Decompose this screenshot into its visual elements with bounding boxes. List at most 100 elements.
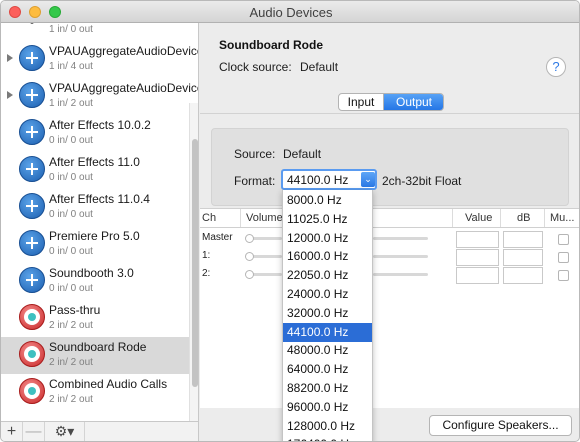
format-option[interactable]: 96000.0 Hz	[283, 398, 372, 417]
device-channel-count: 1 in/ 2 out	[49, 98, 93, 109]
value-field[interactable]	[456, 231, 499, 248]
source-value: Default	[283, 147, 322, 161]
device-list-item[interactable]: Unknown USB Audio Device1 in/ 0 out	[1, 23, 189, 41]
format-option[interactable]: 24000.0 Hz	[283, 285, 372, 304]
device-channel-count: 1 in/ 4 out	[49, 61, 93, 72]
db-field[interactable]	[503, 249, 543, 266]
plus-icon	[19, 82, 45, 108]
input-output-segmented-control: Input Output	[338, 93, 444, 111]
device-name: After Effects 10.0.2	[49, 118, 151, 132]
db-field[interactable]	[503, 231, 543, 248]
format-select-value: 44100.0 Hz	[287, 173, 349, 187]
remove-device-button[interactable]: —	[23, 422, 45, 441]
clock-source-label: Clock source:	[219, 60, 292, 74]
mute-checkbox[interactable]	[558, 252, 569, 263]
mute-checkbox[interactable]	[558, 270, 569, 281]
format-option[interactable]: 12000.0 Hz	[283, 229, 372, 248]
tab-output[interactable]: Output	[384, 94, 443, 110]
chevron-down-icon: ⌄	[361, 172, 375, 187]
divider	[200, 113, 579, 114]
channel-volume-table: Ch Volume Value dB Mu... Master 1: 2:	[200, 208, 579, 408]
format-option[interactable]: 176400.0 Hz	[283, 435, 372, 441]
volume-slider-track[interactable]	[373, 273, 428, 276]
device-list-item[interactable]: After Effects 10.0.2 0 in/ 0 out	[1, 115, 189, 152]
device-name: Soundboard Rode	[49, 340, 147, 354]
volume-slider-knob[interactable]	[245, 270, 254, 279]
disclosure-triangle-icon[interactable]	[7, 54, 13, 62]
device-name: VPAUAggregateAudioDevice	[49, 44, 199, 58]
volume-slider-knob[interactable]	[245, 252, 254, 261]
column-header-ch[interactable]: Ch	[202, 212, 216, 224]
device-list: Unknown USB Audio Device1 in/ 0 outVPAUA…	[1, 23, 199, 421]
device-name: Premiere Pro 5.0	[49, 229, 140, 243]
format-option[interactable]: 88200.0 Hz	[283, 379, 372, 398]
device-list-footer: + — ⚙▾	[1, 421, 199, 441]
device-channel-count: 2 in/ 2 out	[49, 394, 93, 405]
device-list-item[interactable]: VPAUAggregateAudioDevice 1 in/ 4 out	[1, 41, 198, 78]
mute-checkbox[interactable]	[558, 234, 569, 245]
plus-icon	[19, 45, 45, 71]
volume-slider-track[interactable]	[373, 237, 428, 240]
title-bar: Audio Devices	[1, 1, 579, 23]
device-list-item[interactable]: After Effects 11.0 0 in/ 0 out	[1, 152, 189, 189]
device-channel-count: 0 in/ 0 out	[49, 246, 93, 257]
format-option[interactable]: 64000.0 Hz	[283, 360, 372, 379]
rode-icon	[19, 341, 45, 367]
device-channel-count: 1 in/ 0 out	[49, 24, 93, 35]
format-option[interactable]: 48000.0 Hz	[283, 341, 372, 360]
device-list-item[interactable]: VPAUAggregateAudioDevice 1 in/ 2 out	[1, 78, 198, 115]
format-option[interactable]: 32000.0 Hz	[283, 304, 372, 323]
add-device-button[interactable]: +	[1, 422, 23, 441]
scrollbar-thumb[interactable]	[192, 139, 198, 387]
column-header-mute[interactable]: Mu...	[550, 212, 574, 224]
rode-icon	[19, 378, 45, 404]
device-name: Combined Audio Calls	[49, 377, 168, 391]
rode-icon	[19, 304, 45, 330]
device-name: Pass-thru	[49, 303, 101, 317]
device-list-item[interactable]: Premiere Pro 5.0 0 in/ 0 out	[1, 226, 189, 263]
column-divider	[500, 209, 501, 227]
configure-speakers-button[interactable]: Configure Speakers...	[429, 415, 572, 436]
gear-menu-button[interactable]: ⚙▾	[45, 422, 85, 441]
device-name: After Effects 11.0	[49, 155, 140, 169]
help-button[interactable]: ?	[546, 57, 566, 77]
format-option[interactable]: 44100.0 Hz	[283, 322, 372, 342]
device-list-item[interactable]: Soundbooth 3.0 0 in/ 0 out	[1, 263, 189, 300]
format-option[interactable]: 128000.0 Hz	[283, 417, 372, 436]
column-header-db[interactable]: dB	[517, 212, 530, 224]
column-header-volume[interactable]: Volume	[246, 212, 283, 224]
table-header-divider	[200, 227, 579, 228]
device-channel-count: 0 in/ 0 out	[49, 135, 93, 146]
format-option[interactable]: 22050.0 Hz	[283, 266, 372, 285]
window-title: Audio Devices	[249, 5, 333, 20]
format-sample-rate-select[interactable]: 44100.0 Hz ⌄	[281, 169, 377, 190]
format-option[interactable]: 8000.0 Hz	[283, 191, 372, 210]
disclosure-triangle-icon[interactable]	[7, 91, 13, 99]
audio-devices-window: Audio Devices Unknown USB Audio Device1 …	[0, 0, 580, 442]
plus-icon	[19, 119, 45, 145]
format-dropdown-menu: 8000.0 Hz 11025.0 Hz 12000.0 Hz 16000.0 Hz 2…	[282, 190, 373, 441]
channel-label: 1:	[202, 250, 211, 261]
clock-source-value: Default	[300, 60, 339, 74]
format-bit-depth: 2ch-32bit Float	[382, 174, 462, 188]
tab-input[interactable]: Input	[339, 94, 384, 110]
format-option[interactable]: 11025.0 Hz	[283, 210, 372, 229]
volume-slider-track[interactable]	[373, 255, 428, 258]
device-list-scrollbar[interactable]	[189, 103, 198, 421]
plus-icon	[19, 230, 45, 256]
channel-label: Master	[202, 232, 233, 243]
device-channel-count: 0 in/ 0 out	[49, 172, 93, 183]
plus-icon	[19, 156, 45, 182]
device-list-item[interactable]: Soundboard Rode 2 in/ 2 out	[1, 337, 189, 374]
device-channel-count: 0 in/ 0 out	[49, 283, 93, 294]
value-field[interactable]	[456, 249, 499, 266]
device-list-item[interactable]: After Effects 11.0.4 0 in/ 0 out	[1, 189, 189, 226]
value-field[interactable]	[456, 267, 499, 284]
device-list-item[interactable]: Pass-thru 2 in/ 2 out	[1, 300, 189, 337]
volume-slider-knob[interactable]	[245, 234, 254, 243]
db-field[interactable]	[503, 267, 543, 284]
format-option[interactable]: 16000.0 Hz	[283, 247, 372, 266]
column-header-value[interactable]: Value	[465, 212, 492, 224]
device-list-item[interactable]: Combined Audio Calls 2 in/ 2 out	[1, 374, 189, 411]
device-name: Soundbooth 3.0	[49, 266, 134, 280]
